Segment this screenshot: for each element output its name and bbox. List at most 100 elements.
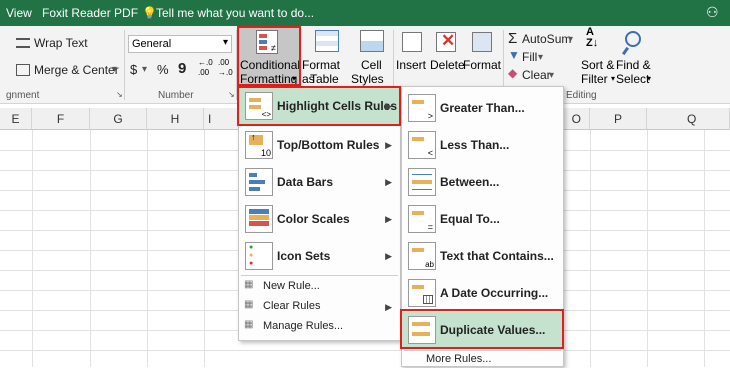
group-label-editing: Editing — [566, 90, 597, 101]
cell-styles-icon — [360, 30, 384, 52]
column-header-g[interactable]: G — [90, 108, 147, 130]
column-header-f[interactable]: F — [32, 108, 90, 130]
wrap-text-button[interactable]: Wrap Text — [34, 36, 88, 50]
format-as-table-button[interactable]: Format as Table — [302, 27, 352, 86]
grid-line — [147, 130, 148, 367]
autosum-icon: Σ — [508, 30, 518, 47]
menu-item-date-occurring[interactable]: A Date Occurring... — [402, 275, 563, 312]
cell-styles-button[interactable]: Cell Styles — [350, 27, 392, 86]
magnifier-handle-icon — [621, 46, 630, 56]
fill-button[interactable]: Fill — [522, 50, 537, 64]
menu-item-icon-sets[interactable]: ● ● ● Icon Sets ▶ — [239, 238, 400, 275]
column-header-i[interactable]: I — [204, 108, 240, 130]
menu-item-new-rule[interactable]: ▦ New Rule... — [239, 277, 400, 297]
highlight-cells-icon: <> — [245, 92, 273, 120]
color-scales-icon — [245, 205, 273, 233]
find-label-2: Select — [616, 72, 650, 86]
autosum-dropdown-icon[interactable]: ▾ — [568, 34, 573, 45]
magnifier-icon — [625, 31, 641, 47]
new-rule-icon: ▦ — [244, 279, 254, 290]
decrease-decimal-label-b: →.0 — [218, 68, 233, 77]
find-label-1: Find & — [616, 58, 651, 72]
column-header-h[interactable]: H — [147, 108, 204, 130]
conditional-formatting-menu: <> Highlight Cells Rules ▶ ↑ 10 Top/Bott… — [238, 86, 401, 341]
format-as-table-label-2: Table — [310, 72, 339, 86]
menu-item-duplicate-values[interactable]: Duplicate Values... — [402, 312, 563, 349]
format-as-table-icon — [315, 30, 339, 52]
date-occurring-icon — [408, 279, 436, 307]
menu-item-label: Color Scales — [277, 212, 350, 226]
user-icon[interactable]: ⚇ — [706, 4, 719, 21]
menu-item-data-bars[interactable]: Data Bars ▶ — [239, 164, 400, 201]
increase-decimal-button[interactable]: ←.0 .00 — [198, 58, 216, 82]
menu-item-label: Icon Sets — [277, 249, 331, 263]
conditional-formatting-label-1: Conditional — [240, 58, 301, 72]
menu-item-more-rules[interactable]: More Rules... — [402, 351, 563, 368]
column-header-o[interactable]: O — [562, 108, 590, 130]
clear-button[interactable]: Clear — [522, 68, 551, 82]
menu-item-greater-than[interactable]: > Greater Than... — [402, 90, 563, 127]
comma-style-button[interactable]: 9 — [178, 60, 186, 77]
decrease-decimal-button[interactable]: .00 →.0 — [218, 58, 236, 82]
conditional-formatting-button[interactable]: ≠ Conditional Formatting ▾ — [238, 27, 301, 86]
sort-filter-button[interactable]: A Z↓ Sort & Filter ▾ — [580, 26, 618, 87]
fill-dropdown-icon[interactable]: ▾ — [538, 52, 543, 63]
menu-item-label: Data Bars — [277, 175, 334, 189]
menu-item-clear-rules[interactable]: ▦ Clear Rules ▶ — [239, 297, 400, 317]
sort-label-1: Sort & — [581, 58, 615, 72]
accounting-format-button[interactable]: $ — [130, 62, 137, 77]
alignment-launcher-icon[interactable]: ↘ — [116, 90, 123, 99]
conditional-formatting-icon: ≠ — [256, 30, 278, 54]
tell-me-search[interactable]: Tell me what you want to do... — [156, 6, 314, 20]
menu-item-label: More Rules... — [426, 353, 492, 365]
column-header-e[interactable]: E — [0, 108, 32, 130]
merge-dropdown-icon[interactable]: ▾ — [112, 64, 117, 75]
delete-button[interactable]: ✕ Delete — [429, 27, 465, 85]
group-divider — [124, 30, 125, 100]
accounting-dropdown-icon[interactable]: ▾ — [142, 64, 147, 75]
menu-item-top-bottom-rules[interactable]: ↑ 10 Top/Bottom Rules ▶ — [239, 127, 400, 164]
grid-line — [32, 130, 33, 367]
number-format-value: General — [132, 38, 172, 50]
clear-rules-icon: ▦ — [244, 299, 254, 310]
grid-line — [0, 350, 730, 351]
number-format-select[interactable]: General ▾ — [128, 35, 232, 53]
group-label-number: Number — [158, 90, 194, 101]
menu-item-color-scales[interactable]: Color Scales ▶ — [239, 201, 400, 238]
chevron-right-icon: ▶ — [385, 251, 392, 261]
menu-divider — [241, 275, 398, 276]
chevron-right-icon: ▶ — [385, 214, 392, 224]
menu-item-less-than[interactable]: < Less Than... — [402, 127, 563, 164]
menu-item-text-contains[interactable]: ab Text that Contains... — [402, 238, 563, 275]
sort-label-2: Filter — [581, 72, 608, 86]
menu-item-between[interactable]: Between... — [402, 164, 563, 201]
tab-foxit-reader-pdf[interactable]: Foxit Reader PDF — [42, 6, 138, 20]
lightbulb-icon: 💡 — [142, 6, 157, 20]
data-bars-icon — [245, 168, 273, 196]
find-select-button[interactable]: Find & Select ▾ — [614, 27, 654, 86]
menu-item-label: Duplicate Values... — [440, 323, 546, 337]
tab-view[interactable]: View — [6, 6, 32, 20]
sort-filter-icon: A Z↓ — [586, 26, 599, 49]
menu-item-label: Top/Bottom Rules — [277, 138, 380, 152]
menu-item-equal-to[interactable]: = Equal To... — [402, 201, 563, 238]
wrap-text-icon — [16, 38, 30, 48]
format-button[interactable]: Format — [463, 27, 501, 85]
number-launcher-icon[interactable]: ↘ — [228, 90, 235, 99]
column-header-q[interactable]: Q — [647, 108, 730, 130]
cell-styles-label-2: Styles — [351, 72, 384, 86]
format-label: Format — [463, 58, 502, 72]
column-header-p[interactable]: P — [590, 108, 647, 130]
less-than-icon: < — [408, 131, 436, 159]
insert-label: Insert — [396, 58, 427, 72]
menu-item-highlight-cells-rules[interactable]: <> Highlight Cells Rules ▶ — [239, 88, 400, 125]
delete-label: Delete — [430, 58, 465, 72]
percent-style-button[interactable]: % — [157, 62, 169, 77]
autosum-button[interactable]: AutoSum — [522, 32, 571, 46]
merge-center-button[interactable]: Merge & Center — [34, 63, 119, 77]
menu-item-manage-rules[interactable]: ▦ Manage Rules... — [239, 317, 400, 337]
text-contains-icon: ab — [408, 242, 436, 270]
clear-dropdown-icon[interactable]: ▾ — [549, 70, 554, 81]
cell-styles-label-1: Cell — [361, 58, 382, 72]
insert-button[interactable]: Insert — [396, 27, 428, 85]
